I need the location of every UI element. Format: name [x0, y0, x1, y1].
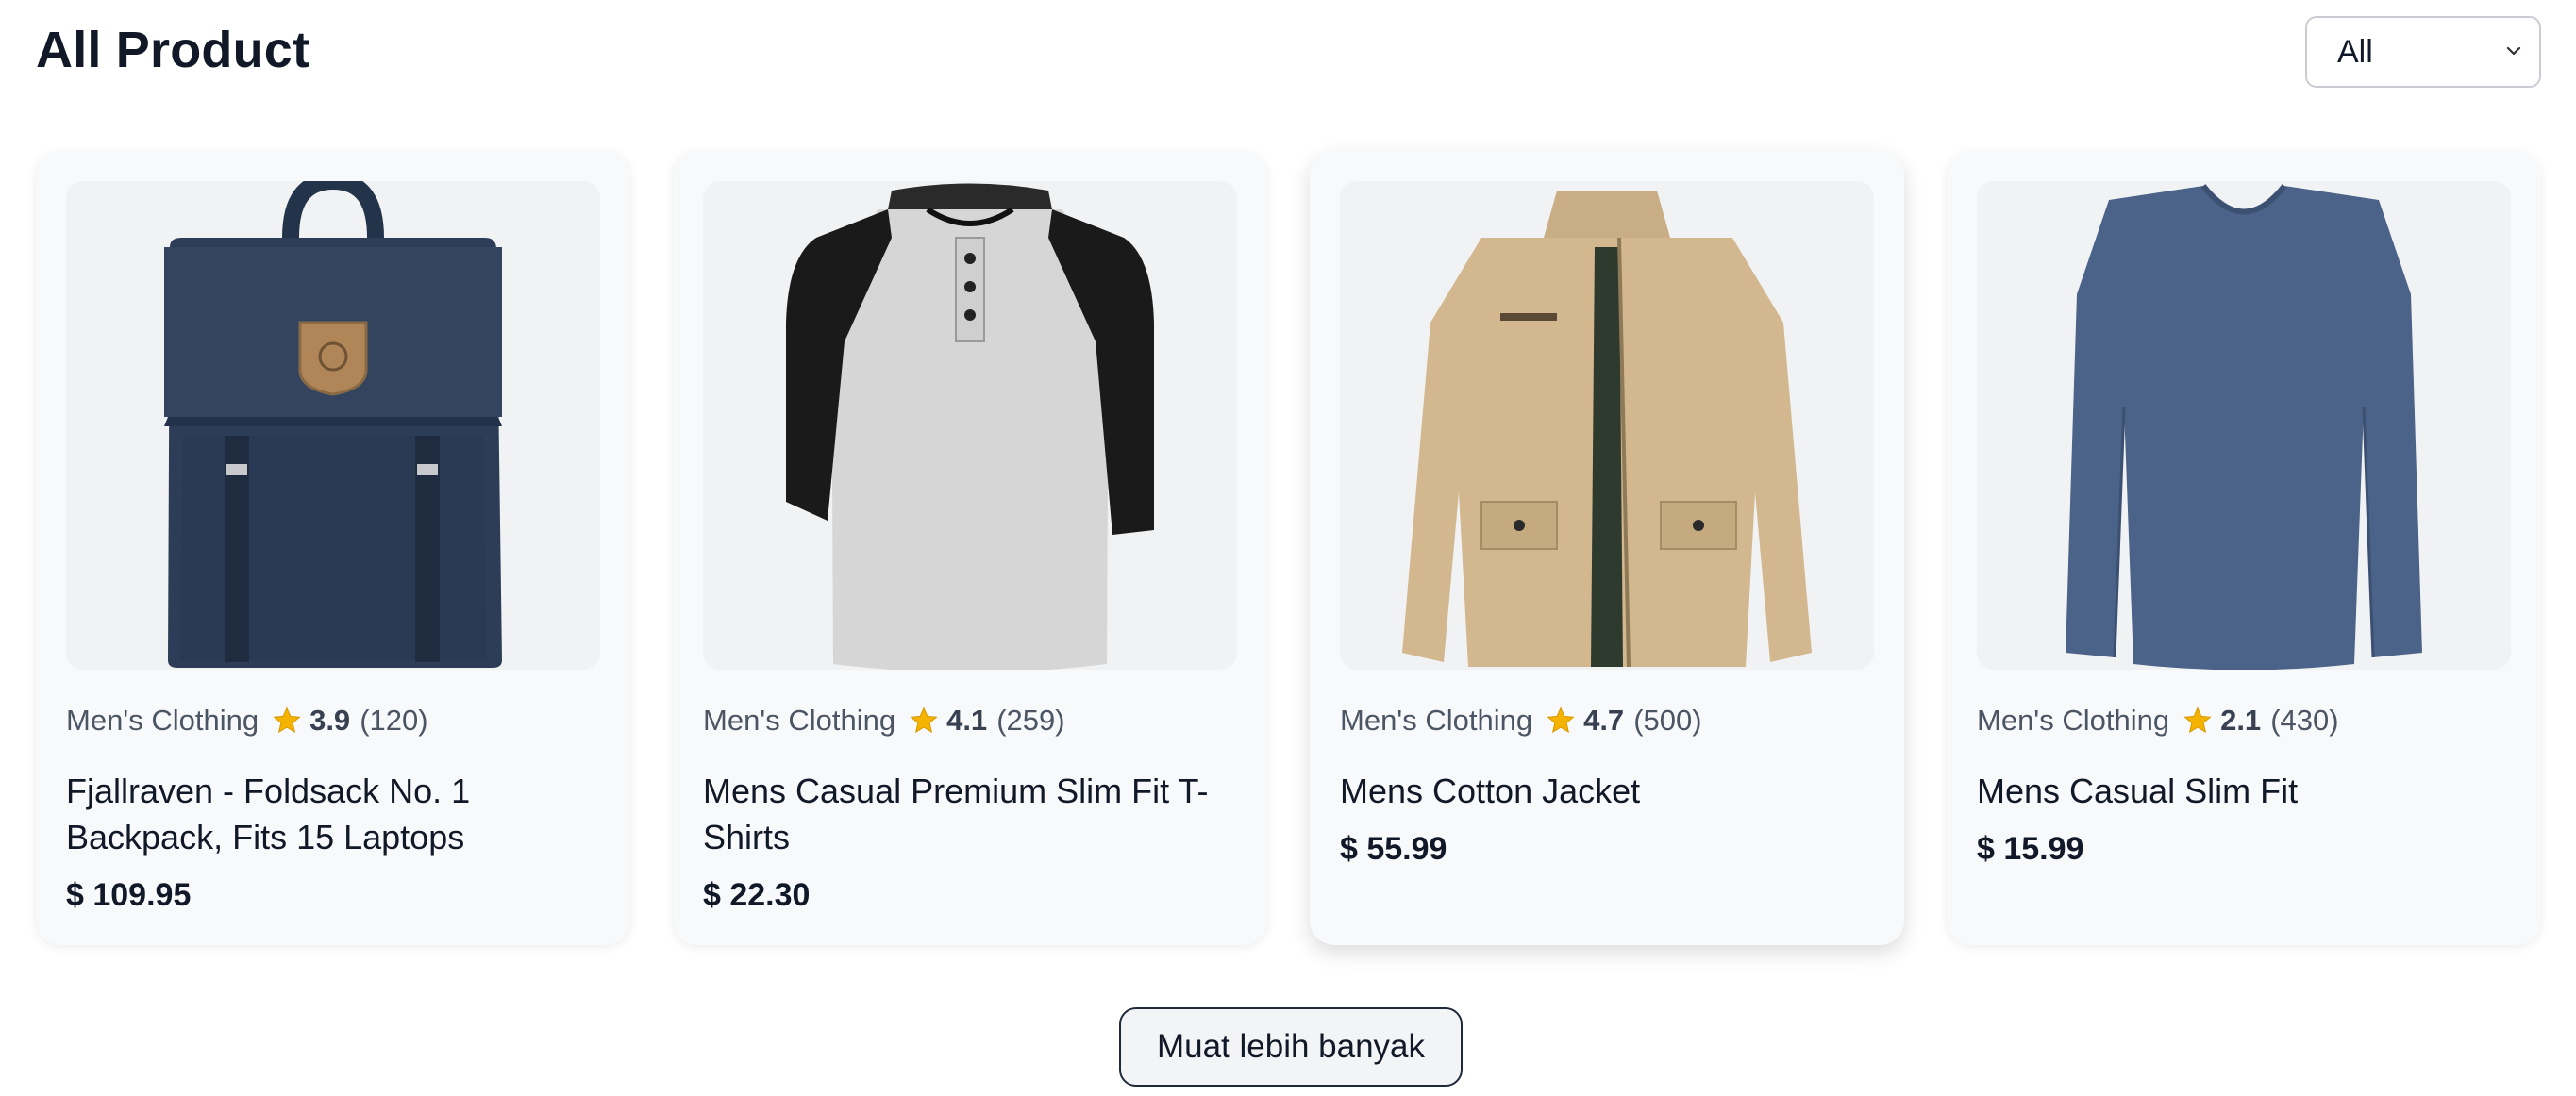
product-card[interactable]: Men's Clothing 4.1 (259) Mens Casual Pre… — [673, 151, 1267, 945]
product-image — [1340, 181, 1874, 670]
product-price: $ 15.99 — [1977, 831, 2084, 867]
product-rating-count: (259) — [996, 704, 1065, 737]
product-category: Men's Clothing — [1977, 704, 2170, 737]
star-icon — [2183, 706, 2212, 734]
product-meta: Men's Clothing 2.1 (430) — [1977, 702, 2511, 739]
product-price: $ 22.30 — [703, 877, 811, 913]
product-grid: Men's Clothing 3.9 (120) Fjallraven - Fo… — [36, 151, 2541, 945]
product-title[interactable]: Mens Casual Slim Fit — [1977, 768, 2511, 814]
product-title[interactable]: Mens Casual Premium Slim Fit T-Shirts — [703, 768, 1237, 860]
raglan-tshirt-image — [786, 183, 1154, 670]
backpack-image — [164, 181, 502, 668]
star-icon — [1547, 706, 1575, 734]
product-category: Men's Clothing — [66, 704, 259, 737]
product-title[interactable]: Mens Cotton Jacket — [1340, 768, 1874, 814]
page-title: All Product — [36, 22, 310, 78]
product-rating: 4.1 — [946, 704, 988, 737]
product-category: Men's Clothing — [1340, 704, 1533, 737]
category-filter-value: All — [2337, 33, 2373, 70]
product-title[interactable]: Fjallraven - Foldsack No. 1 Backpack, Fi… — [66, 768, 600, 860]
header: All Product All — [36, 0, 2541, 104]
product-rating-count: (500) — [1633, 704, 1702, 737]
product-card[interactable]: Men's Clothing 4.7 (500) Mens Cotton Jac… — [1310, 151, 1904, 945]
product-price: $ 55.99 — [1340, 831, 1447, 867]
product-meta: Men's Clothing 3.9 (120) — [66, 702, 600, 739]
product-meta: Men's Clothing 4.1 (259) — [703, 702, 1237, 739]
product-card[interactable]: Men's Clothing 2.1 (430) Mens Casual Sli… — [1947, 151, 2541, 945]
load-more-button[interactable]: Muat lebih banyak — [1119, 1007, 1463, 1087]
product-price: $ 109.95 — [66, 877, 192, 913]
star-icon — [910, 706, 938, 734]
long-sleeve-shirt-image — [2066, 184, 2422, 670]
product-rating-count: (430) — [2270, 704, 2339, 737]
product-card[interactable]: Men's Clothing 3.9 (120) Fjallraven - Fo… — [36, 151, 630, 945]
product-category: Men's Clothing — [703, 704, 896, 737]
product-image — [1977, 181, 2511, 670]
product-image — [66, 181, 600, 670]
chevron-down-icon — [2506, 46, 2521, 56]
star-icon — [273, 706, 301, 734]
product-rating: 2.1 — [2220, 704, 2262, 737]
category-filter-select[interactable]: All — [2305, 16, 2541, 88]
product-meta: Men's Clothing 4.7 (500) — [1340, 702, 1874, 739]
product-rating: 4.7 — [1583, 704, 1625, 737]
cotton-jacket-image — [1402, 191, 1812, 668]
product-rating-count: (120) — [360, 704, 428, 737]
product-image — [703, 181, 1237, 670]
product-rating: 3.9 — [309, 704, 351, 737]
